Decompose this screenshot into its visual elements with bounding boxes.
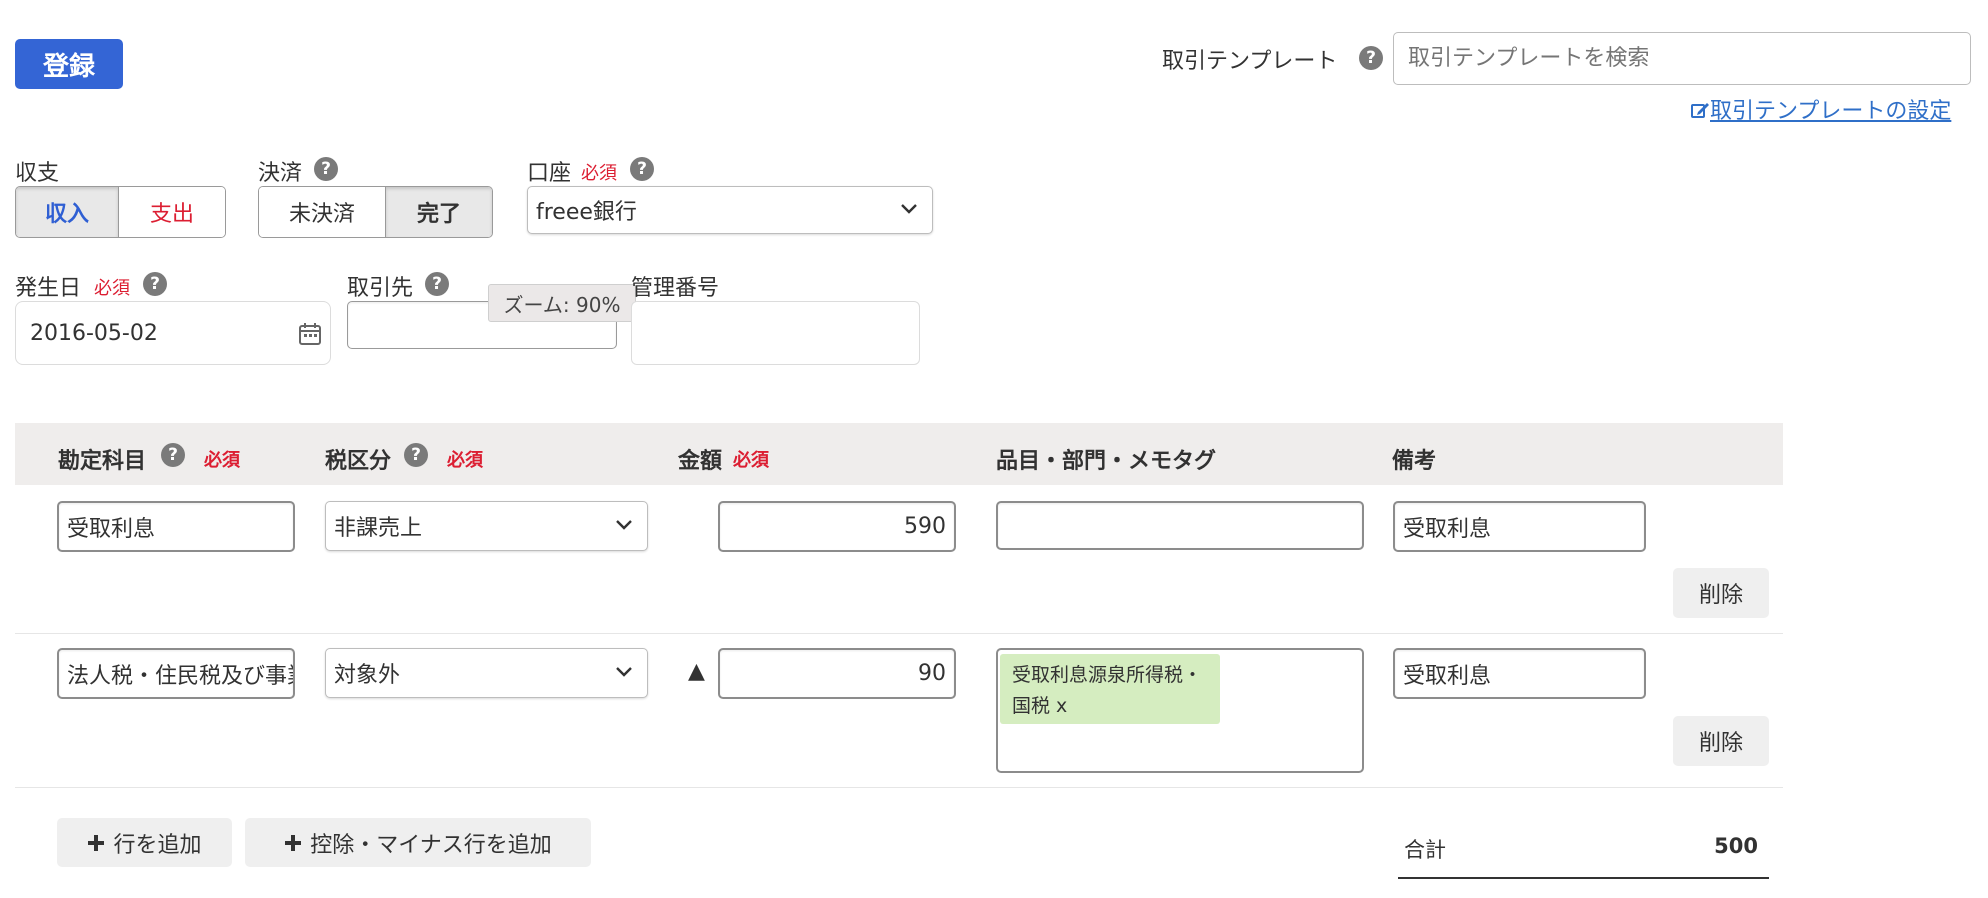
date-input[interactable]: 2016-05-02 — [15, 301, 331, 365]
tag-chip-text: 受取利息源泉所得税・国税 x — [1012, 664, 1203, 717]
row1-tags-input[interactable] — [996, 501, 1364, 550]
account-label: 口座 — [527, 161, 572, 186]
row1-amount-input[interactable]: 590 — [718, 501, 956, 552]
row1-remarks-input[interactable]: 受取利息 — [1393, 501, 1646, 552]
header-amount: 金額 — [678, 449, 723, 474]
template-settings-link[interactable]: 取引テンプレートの設定 — [1690, 93, 1951, 125]
control-number-input[interactable] — [631, 301, 920, 365]
total-underline — [1398, 877, 1769, 879]
row-divider — [15, 787, 1783, 788]
help-icon[interactable]: ? — [630, 157, 654, 181]
help-icon[interactable]: ? — [143, 272, 167, 296]
row1-remarks: 受取利息 — [1403, 516, 1492, 542]
row1-tax-category-select[interactable]: 非課売上 — [325, 501, 648, 551]
add-row-button[interactable]: 行を追加 — [57, 818, 232, 867]
add-minus-row-label: 控除・マイナス行を追加 — [310, 832, 552, 858]
partner-label: 取引先 — [347, 276, 414, 301]
date-label: 発生日 — [15, 276, 82, 301]
row1-tax-category: 非課売上 — [334, 516, 423, 541]
help-icon[interactable]: ? — [425, 272, 449, 296]
date-value: 2016-05-02 — [30, 320, 158, 346]
add-row-label: 行を追加 — [113, 832, 202, 858]
template-search-input[interactable] — [1393, 32, 1971, 85]
total-value: 500 — [1714, 834, 1758, 858]
row2-amount-input[interactable]: 90 — [718, 648, 956, 699]
row2-tax-category-select[interactable]: 対象外 — [325, 648, 648, 698]
required-badge: 必須 — [581, 163, 617, 184]
zoom-tooltip: ズーム: 90% — [488, 284, 636, 322]
row2-account-title: 法人税・住民税及び事業税 — [67, 663, 293, 689]
row2-remarks-input[interactable]: 受取利息 — [1393, 648, 1646, 699]
chevron-down-icon — [901, 204, 917, 214]
row2-minus-toggle[interactable]: ▲ — [688, 659, 705, 684]
plus-icon — [285, 834, 302, 851]
row2-delete-button[interactable]: 削除 — [1673, 716, 1769, 766]
required-badge: 必須 — [733, 450, 769, 471]
expense-option[interactable]: 支出 — [119, 187, 225, 237]
row2-account-title-input[interactable]: 法人税・住民税及び事業税 — [57, 648, 295, 699]
edit-icon — [1691, 103, 1709, 118]
row1-amount: 590 — [904, 514, 946, 539]
help-icon[interactable]: ? — [314, 157, 338, 181]
settlement-toggle[interactable]: 未決済 完了 — [258, 186, 493, 238]
settlement-label: 決済 — [258, 161, 303, 186]
tag-chip[interactable]: 受取利息源泉所得税・国税 x — [1000, 654, 1220, 724]
help-icon[interactable]: ? — [161, 443, 185, 467]
done-option[interactable]: 完了 — [385, 187, 492, 237]
row2-amount: 90 — [918, 661, 946, 686]
header-tags: 品目・部門・メモタグ — [996, 449, 1217, 474]
header-tax-category: 税区分 — [325, 449, 392, 474]
required-badge: 必須 — [447, 450, 483, 471]
row1-delete-button[interactable]: 削除 — [1673, 568, 1769, 618]
chevron-down-icon — [616, 667, 632, 677]
total-label: 合計 — [1404, 838, 1446, 862]
plus-icon — [88, 834, 105, 851]
header-remarks: 備考 — [1392, 449, 1437, 474]
row2-tags-input[interactable]: 受取利息源泉所得税・国税 x — [996, 648, 1364, 773]
chevron-down-icon — [616, 520, 632, 530]
journal-table-header: 勘定科目 ? 必須 税区分 ? 必須 金額 必須 品目・部門・メモタグ 備考 — [15, 423, 1783, 485]
required-badge: 必須 — [204, 450, 240, 471]
account-value: freee銀行 — [536, 200, 637, 225]
help-icon[interactable]: ? — [404, 443, 428, 467]
header-account-title: 勘定科目 — [58, 449, 147, 474]
row-divider — [15, 633, 1783, 634]
row1-account-title-input[interactable]: 受取利息 — [57, 501, 295, 552]
income-expense-label: 収支 — [15, 161, 60, 186]
control-number-label: 管理番号 — [631, 276, 720, 301]
help-icon[interactable]: ? — [1359, 46, 1383, 70]
unsettled-option[interactable]: 未決済 — [259, 187, 386, 237]
calendar-icon[interactable] — [298, 322, 322, 346]
template-label: 取引テンプレート — [1162, 49, 1338, 74]
required-badge: 必須 — [94, 278, 130, 299]
row2-tax-category: 対象外 — [334, 663, 401, 688]
register-button[interactable]: 登録 — [15, 39, 123, 89]
row2-remarks: 受取利息 — [1403, 663, 1492, 689]
row1-account-title: 受取利息 — [67, 516, 156, 542]
template-settings-text: 取引テンプレートの設定 — [1710, 99, 1952, 124]
add-minus-row-button[interactable]: 控除・マイナス行を追加 — [245, 818, 591, 867]
account-select[interactable]: freee銀行 — [527, 186, 933, 234]
income-expense-toggle[interactable]: 収入 支出 — [15, 186, 226, 238]
income-option[interactable]: 収入 — [16, 187, 120, 237]
